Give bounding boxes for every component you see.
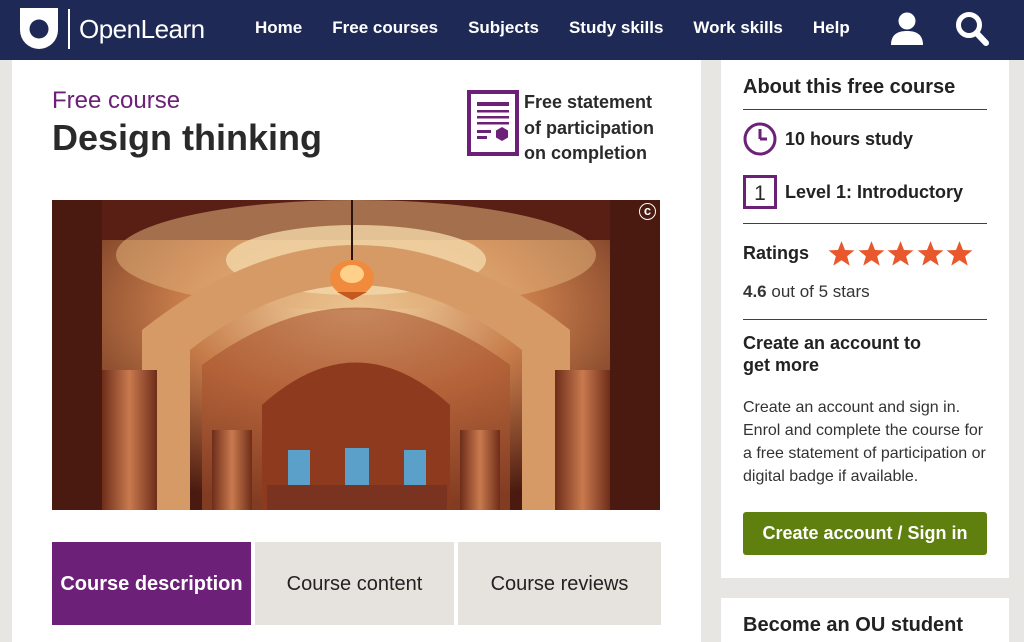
brand-name: OpenLearn: [79, 13, 205, 44]
divider: [743, 223, 987, 224]
copyright-icon[interactable]: c: [639, 203, 656, 220]
divider: [743, 319, 987, 320]
nav-help[interactable]: Help: [813, 18, 850, 38]
certificate-icon: [467, 90, 519, 156]
become-student-heading: Become an OU student: [743, 614, 964, 636]
level-row: 1 Level 1: Introductory: [743, 175, 987, 209]
statement-of-participation-text: Free statement of participation on compl…: [524, 92, 654, 163]
rating-summary: 4.6 out of 5 stars: [743, 280, 987, 303]
star-icon: [858, 240, 884, 266]
star-icon: [828, 240, 855, 266]
nav-work-skills[interactable]: Work skills: [693, 18, 782, 38]
create-account-text: Create an account and sign in. Enrol and…: [743, 399, 986, 485]
tab-course-reviews[interactable]: Course reviews: [458, 542, 661, 625]
ratings-row: Ratings: [743, 236, 987, 270]
course-level: Level 1: Introductory: [785, 181, 964, 202]
divider: [743, 109, 987, 110]
tab-course-description[interactable]: Course description: [52, 542, 251, 625]
nav-study-skills[interactable]: Study skills: [569, 18, 663, 38]
study-hours: 10 hours study: [785, 128, 914, 149]
course-main-panel: Free course Design thinking Free stateme…: [12, 60, 701, 642]
study-hours-row: 10 hours study: [743, 122, 987, 156]
clock-icon: [743, 122, 777, 156]
nav-subjects[interactable]: Subjects: [468, 18, 539, 38]
church-interior-illustration: [52, 200, 660, 510]
about-course-heading: About this free course: [743, 76, 956, 98]
openlearn-logo[interactable]: OpenLearn: [20, 8, 205, 50]
tab-course-content[interactable]: Course content: [255, 542, 454, 625]
nav-free-courses[interactable]: Free courses: [332, 18, 438, 38]
top-navigation-bar: OpenLearn Home Free courses Subjects Stu…: [0, 0, 1024, 60]
level-icon: 1: [743, 175, 777, 209]
ratings-label: Ratings: [743, 242, 810, 263]
search-icon[interactable]: [954, 11, 990, 47]
rating-suffix: out of 5 stars: [766, 282, 870, 301]
page-title: Design thinking: [52, 117, 322, 158]
become-student-panel: Become an OU student: [721, 598, 1009, 642]
star-icon: [946, 240, 973, 266]
star-icon: [917, 240, 943, 266]
course-kicker: Free course: [52, 87, 181, 114]
nav-home[interactable]: Home: [255, 18, 302, 38]
main-nav: Home Free courses Subjects Study skills …: [255, 18, 880, 38]
user-icon[interactable]: [889, 11, 925, 47]
svg-text:1: 1: [754, 182, 766, 205]
rating-value: 4.6: [743, 282, 767, 301]
ou-shield-icon: [20, 8, 58, 49]
course-tabs: Course description Course content Course…: [52, 542, 661, 625]
about-course-sidebar: About this free course 10 hours study 1 …: [721, 60, 1009, 578]
logo-divider: [68, 9, 70, 49]
create-account-button[interactable]: Create account / Sign in: [743, 512, 987, 555]
course-hero-image: c: [52, 200, 660, 510]
rating-stars: [827, 240, 975, 267]
star-icon: [887, 240, 914, 266]
create-account-heading: Create an account to get more: [743, 333, 922, 375]
